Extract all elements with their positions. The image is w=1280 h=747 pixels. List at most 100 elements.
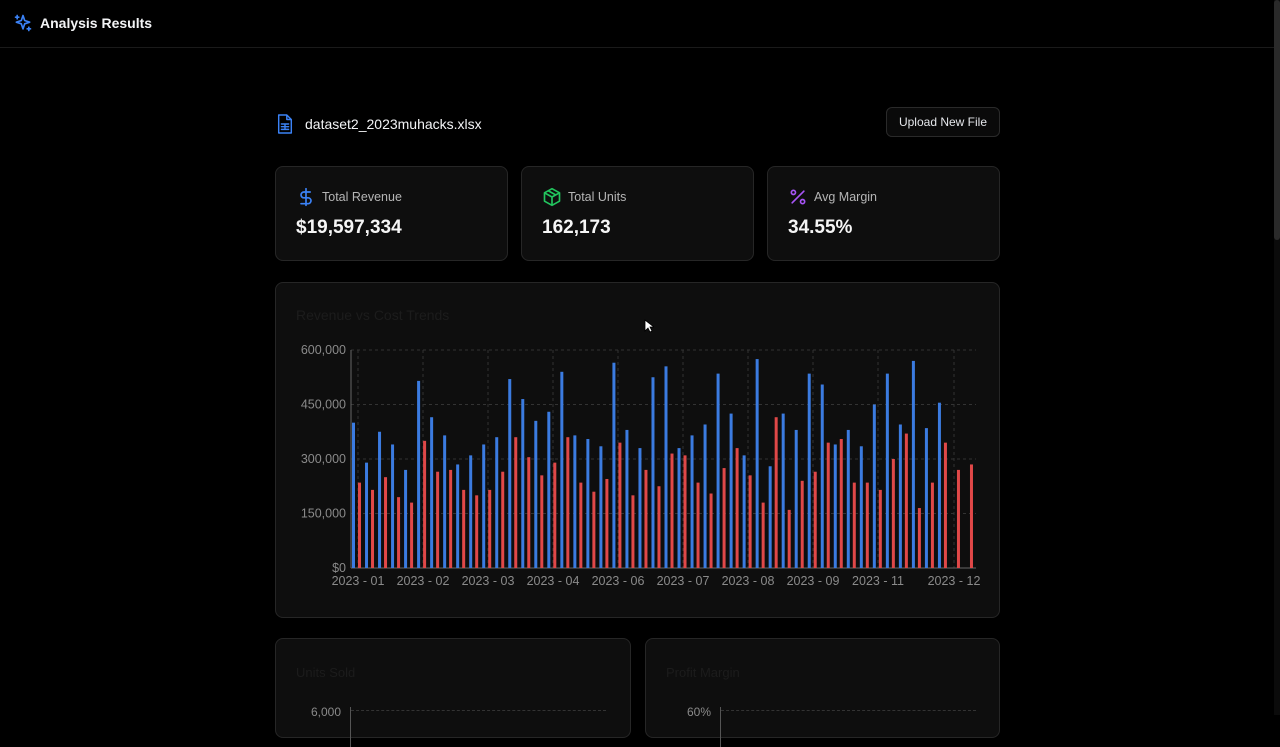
cost-bar <box>644 469 648 568</box>
cost-bar <box>618 442 622 568</box>
cost-bar <box>384 477 388 568</box>
revenue-bar <box>521 399 525 568</box>
cost-bar <box>761 502 765 568</box>
grid-line <box>721 710 976 711</box>
y-tick-label: 450,000 <box>301 398 346 412</box>
revenue-bar <box>443 435 447 568</box>
revenue-bar <box>651 377 655 568</box>
cost-bar <box>475 495 479 568</box>
revenue-bar <box>599 446 603 568</box>
page-title: Analysis Results <box>40 15 153 31</box>
revenue-bar <box>534 420 538 568</box>
stat-card-revenue: Total Revenue $19,597,334 <box>275 166 508 261</box>
cost-bar <box>878 489 882 568</box>
cost-bar <box>397 497 401 568</box>
revenue-bar <box>456 464 460 568</box>
revenue-bar <box>482 444 486 568</box>
cost-bar <box>514 437 518 568</box>
revenue-bar <box>937 402 941 568</box>
y-tick-label: $0 <box>332 561 346 575</box>
revenue-cost-chart: $0 150,000 300,000 450,000 600,000 2023 - 01 2… <box>301 343 981 588</box>
cost-bar <box>501 471 505 568</box>
y-tick-label: 6,000 <box>311 705 342 719</box>
x-tick-label: 2023 - 11 <box>852 574 904 588</box>
cost-bar <box>423 440 427 568</box>
revenue-bar <box>573 435 577 568</box>
chart-title: Units Sold <box>296 665 356 680</box>
revenue-bar <box>417 380 421 568</box>
cost-bar <box>735 448 739 568</box>
cost-bar <box>826 442 830 568</box>
revenue-bar <box>794 429 798 568</box>
cost-bar <box>917 508 921 568</box>
dollar-icon <box>300 187 312 207</box>
file-name: dataset2_2023muhacks.xlsx <box>305 116 482 132</box>
cost-bar <box>852 482 856 568</box>
revenue-bar <box>859 446 863 568</box>
top-bar: Analysis Results <box>0 0 1274 48</box>
revenue-bar <box>508 379 512 568</box>
cost-bar <box>696 482 700 568</box>
file-spreadsheet-icon <box>277 114 293 134</box>
revenue-bar <box>924 428 928 568</box>
revenue-chart-card: Revenue vs Cost Trends $0 150,000 300,000 4… <box>275 282 1000 618</box>
x-tick-label: 2023 - 04 <box>527 574 580 588</box>
stat-value: 162,173 <box>542 217 611 238</box>
stat-label: Total Revenue <box>322 190 402 204</box>
cost-bar <box>605 478 609 568</box>
cost-bar <box>631 495 635 568</box>
y-tick-label: 150,000 <box>301 507 346 521</box>
revenue-bar <box>547 411 551 568</box>
cost-bar <box>449 469 453 568</box>
revenue-bar <box>885 373 889 568</box>
revenue-bar <box>638 448 642 568</box>
revenue-bar <box>430 417 434 568</box>
box-icon <box>543 187 561 207</box>
scrollbar[interactable] <box>1274 0 1280 715</box>
cost-bar <box>436 471 440 568</box>
cost-bar <box>787 509 791 568</box>
revenue-bar <box>677 448 681 568</box>
cost-bar <box>930 482 934 568</box>
stat-label: Total Units <box>568 190 627 204</box>
stat-card-units: Total Units 162,173 <box>521 166 754 261</box>
cost-bar <box>488 489 492 568</box>
file-row: dataset2_2023muhacks.xlsx Upload New Fil… <box>276 106 1000 140</box>
stat-card-margin: Avg Margin 34.55% <box>767 166 1000 261</box>
revenue-bar <box>391 444 395 568</box>
cost-bar <box>527 457 531 568</box>
revenue-bar <box>833 444 837 568</box>
cost-bar <box>540 475 544 568</box>
y-tick-label: 600,000 <box>301 343 346 357</box>
cost-bar <box>774 417 778 568</box>
x-tick-label: 2023 - 12 <box>928 574 981 588</box>
cost-bar <box>943 442 947 568</box>
cost-bar <box>358 482 361 568</box>
revenue-bar <box>729 413 733 568</box>
revenue-bar <box>820 384 824 568</box>
y-axis <box>350 707 351 747</box>
revenue-bar <box>807 373 811 568</box>
revenue-bar <box>495 437 499 568</box>
revenue-bar <box>586 439 590 568</box>
cost-bar <box>371 489 375 568</box>
revenue-bar <box>781 413 785 568</box>
cost-bar <box>956 469 960 568</box>
revenue-bar <box>742 455 746 568</box>
upload-new-file-button[interactable]: Upload New File <box>886 107 1000 137</box>
y-tick-label: 60% <box>687 705 712 719</box>
cost-bar <box>462 489 466 568</box>
revenue-bar <box>703 424 707 568</box>
stat-value: 34.55% <box>788 217 853 238</box>
cost-bar <box>904 433 908 568</box>
x-tick-label: 2023 - 09 <box>787 574 840 588</box>
cost-bar <box>553 462 557 568</box>
cost-bar <box>969 464 973 568</box>
units-chart-card: Units Sold 6,000 <box>275 638 631 747</box>
revenue-bar <box>365 462 369 568</box>
cost-bar <box>839 439 843 568</box>
revenue-bar <box>612 362 616 568</box>
sparkles-icon <box>14 14 32 32</box>
cost-bar <box>748 475 752 568</box>
scrollbar-thumb[interactable] <box>1274 0 1280 240</box>
